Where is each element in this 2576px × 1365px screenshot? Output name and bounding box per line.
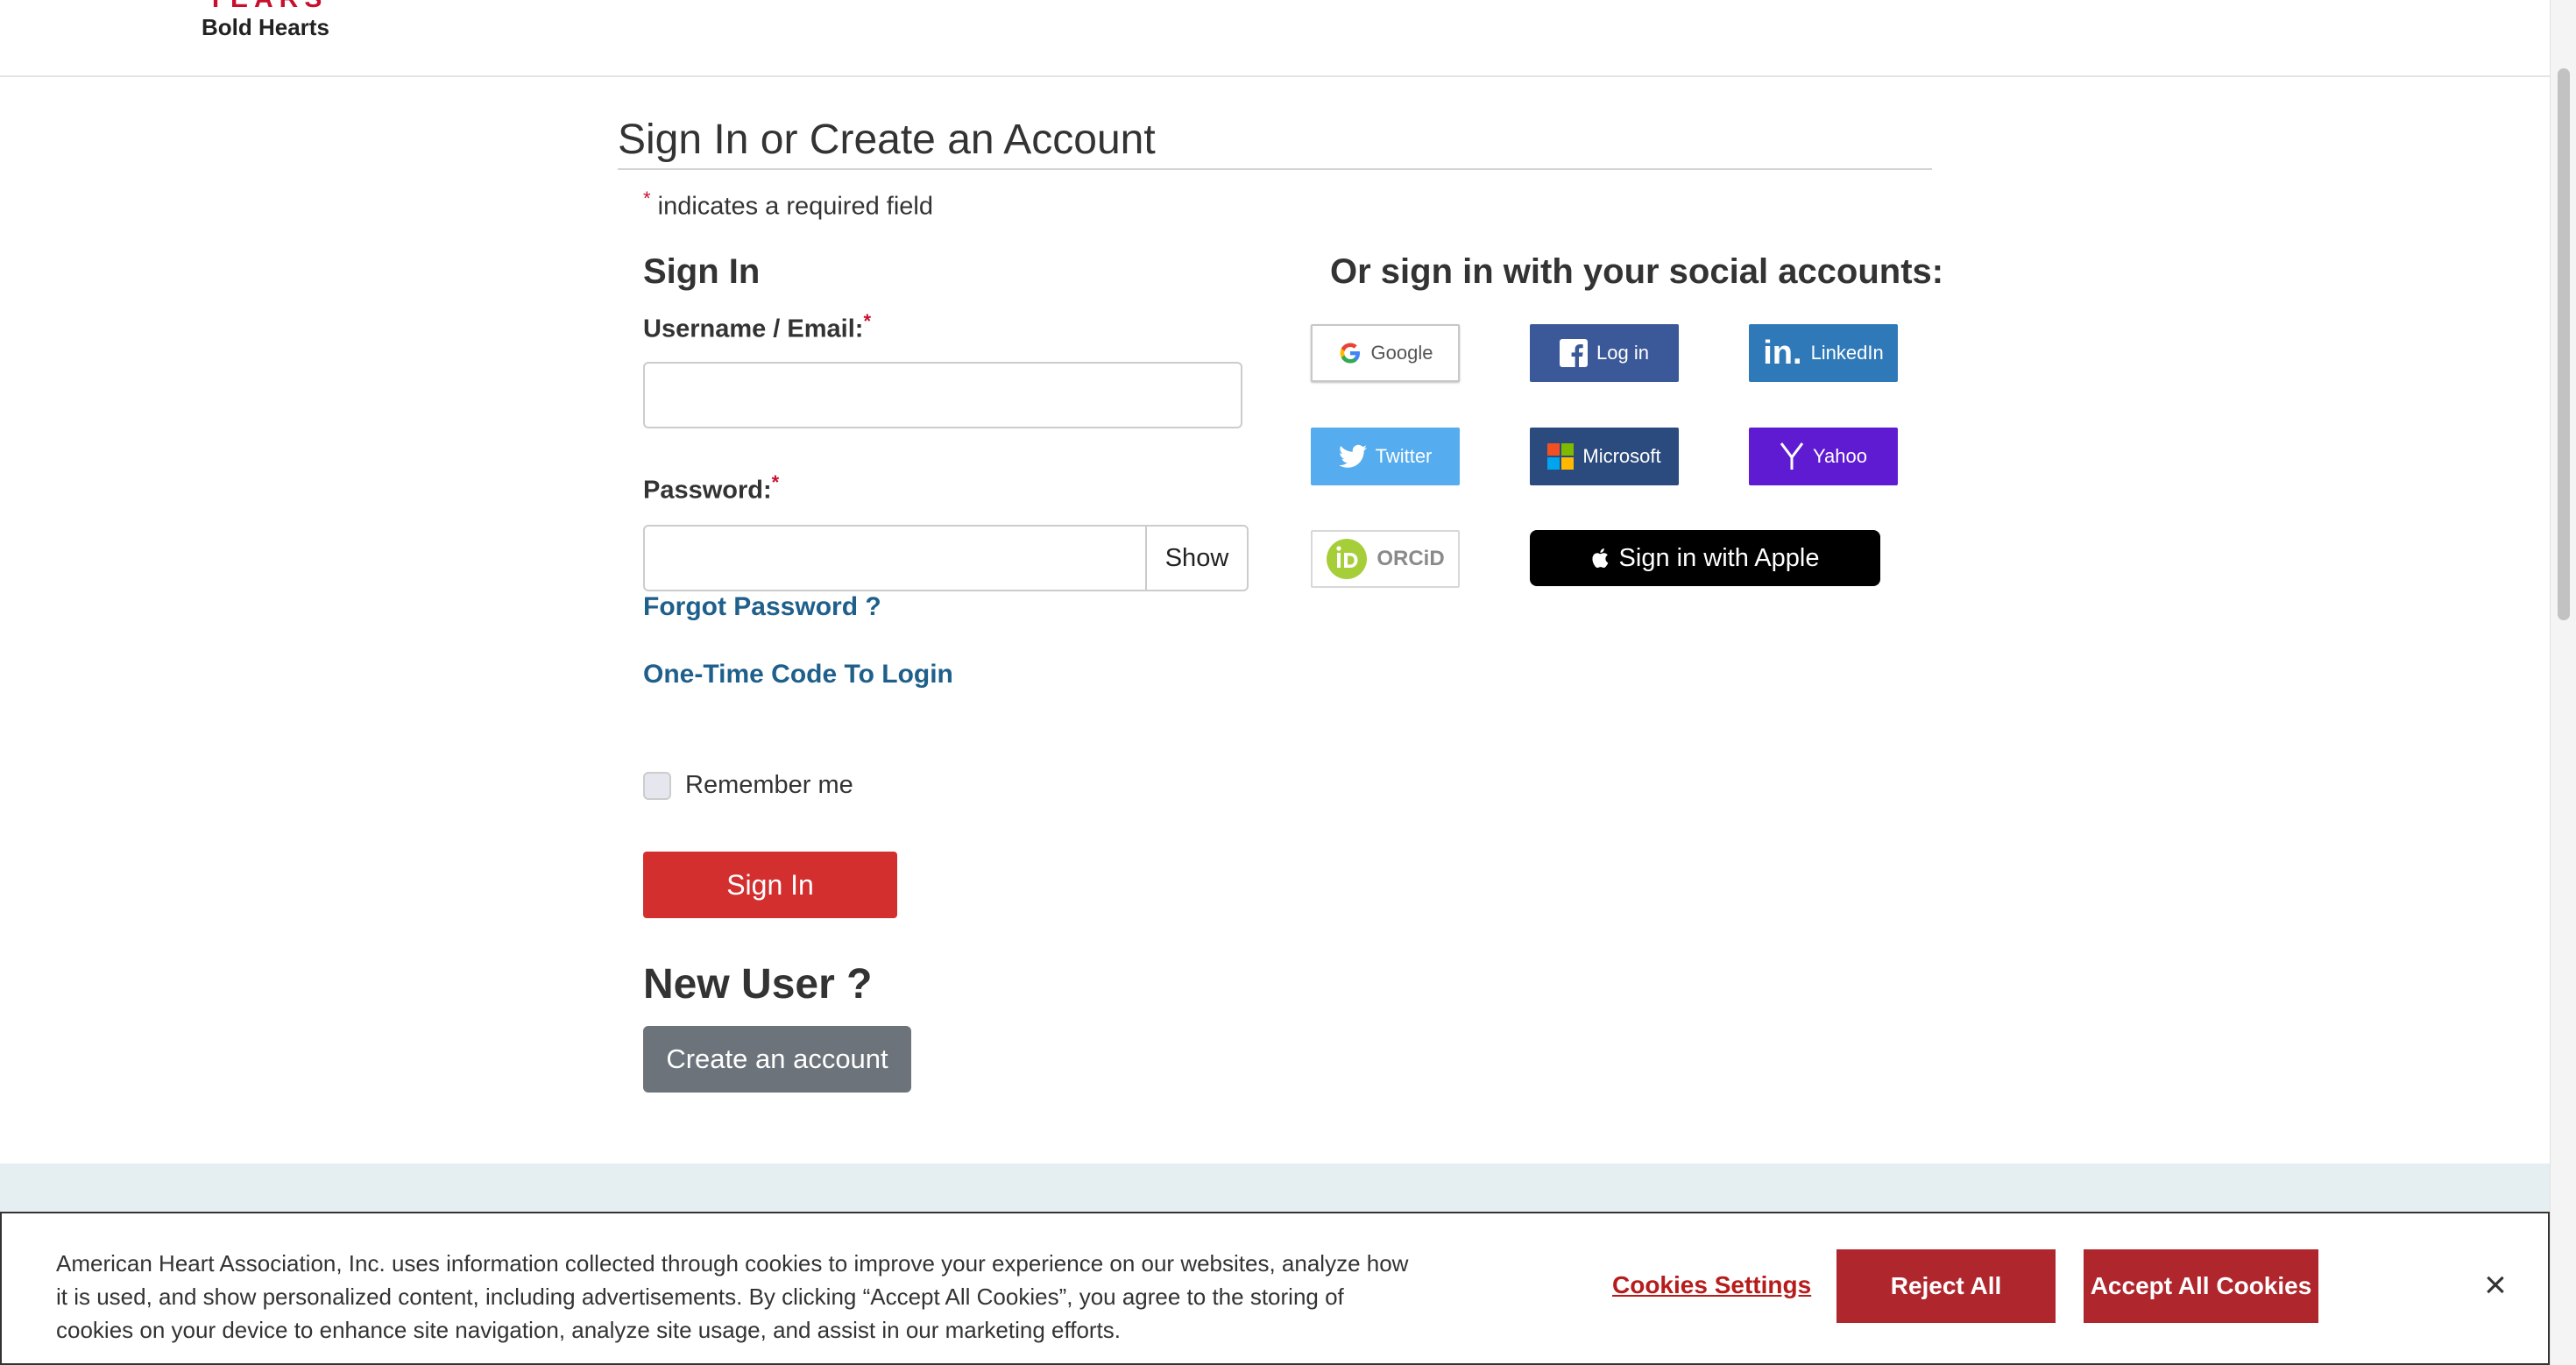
site-header: YEARS Bold Hearts	[0, 0, 2550, 77]
create-account-button[interactable]: Create an account	[643, 1026, 911, 1093]
remember-me-checkbox[interactable]	[643, 771, 671, 800]
signin-heading: Sign In	[643, 252, 761, 291]
orcid-icon	[1327, 539, 1368, 579]
apple-label[interactable]: Sign in with Apple	[1619, 544, 1820, 573]
google-icon	[1340, 343, 1360, 364]
username-label-text: Username / Email:	[643, 315, 864, 343]
apple-signin-button[interactable]: Sign in with Apple	[1530, 530, 1880, 586]
remember-me-label[interactable]: Remember me	[685, 771, 853, 800]
forgot-password-link[interactable]: Forgot Password ?	[643, 592, 881, 622]
logo-tagline[interactable]: Bold Hearts	[202, 14, 329, 41]
page-title: Sign In or Create an Account	[618, 117, 1156, 163]
linkedin-signin-button[interactable]: in. LinkedIn	[1749, 324, 1898, 382]
cookies-settings-link[interactable]: Cookies Settings	[1612, 1271, 1811, 1299]
microsoft-signin-button[interactable]: Microsoft	[1530, 428, 1679, 485]
close-icon[interactable]: ×	[2478, 1266, 2513, 1305]
page-scrollbar[interactable]	[2550, 0, 2576, 1365]
password-input[interactable]	[643, 525, 1147, 591]
microsoft-icon	[1547, 443, 1575, 470]
yahoo-label[interactable]: Yahoo	[1813, 445, 1867, 468]
remember-me-row[interactable]: Remember me	[643, 771, 853, 800]
one-time-code-link[interactable]: One-Time Code To Login	[643, 660, 953, 690]
required-star: *	[643, 187, 651, 209]
reject-all-button[interactable]: Reject All	[1836, 1249, 2056, 1323]
cookie-banner: American Heart Association, Inc. uses in…	[0, 1212, 2550, 1365]
facebook-signin-button[interactable]: Log in	[1530, 324, 1679, 382]
password-label: Password:*	[643, 471, 779, 506]
twitter-icon	[1338, 444, 1367, 468]
required-star: *	[863, 310, 872, 332]
google-signin-button[interactable]: Google	[1311, 324, 1460, 382]
orcid-signin-button[interactable]: ORCiD	[1311, 530, 1460, 588]
show-password-button[interactable]: Show	[1145, 525, 1249, 591]
microsoft-label[interactable]: Microsoft	[1582, 445, 1660, 468]
google-label[interactable]: Google	[1371, 342, 1433, 364]
new-user-heading: New User ?	[643, 961, 873, 1008]
twitter-label[interactable]: Twitter	[1376, 445, 1433, 468]
orcid-label[interactable]: ORCiD	[1376, 547, 1444, 571]
required-field-note: * indicates a required field	[643, 187, 933, 222]
footer-strip	[0, 1163, 2550, 1216]
scrollbar-thumb[interactable]	[2558, 68, 2570, 620]
yahoo-icon	[1780, 442, 1804, 470]
title-divider	[618, 168, 1932, 170]
social-heading: Or sign in with your social accounts:	[1330, 252, 1944, 291]
apple-icon	[1591, 548, 1608, 569]
accept-all-cookies-button[interactable]: Accept All Cookies	[2084, 1249, 2318, 1323]
cookie-notice-text: American Heart Association, Inc. uses in…	[56, 1250, 1409, 1343]
linkedin-label[interactable]: LinkedIn	[1811, 342, 1884, 364]
password-label-text: Password:	[643, 476, 772, 505]
facebook-label[interactable]: Log in	[1596, 342, 1649, 364]
username-label: Username / Email:*	[643, 310, 871, 344]
required-star: *	[771, 471, 780, 493]
required-note-text: indicates a required field	[650, 192, 933, 221]
logo-years-text[interactable]: YEARS	[207, 0, 328, 12]
sign-in-button[interactable]: Sign In	[643, 852, 897, 918]
username-email-input[interactable]	[643, 362, 1242, 428]
facebook-icon	[1560, 339, 1589, 367]
twitter-signin-button[interactable]: Twitter	[1311, 428, 1460, 485]
linkedin-icon: in.	[1763, 334, 1802, 371]
yahoo-signin-button[interactable]: Yahoo	[1749, 428, 1898, 485]
